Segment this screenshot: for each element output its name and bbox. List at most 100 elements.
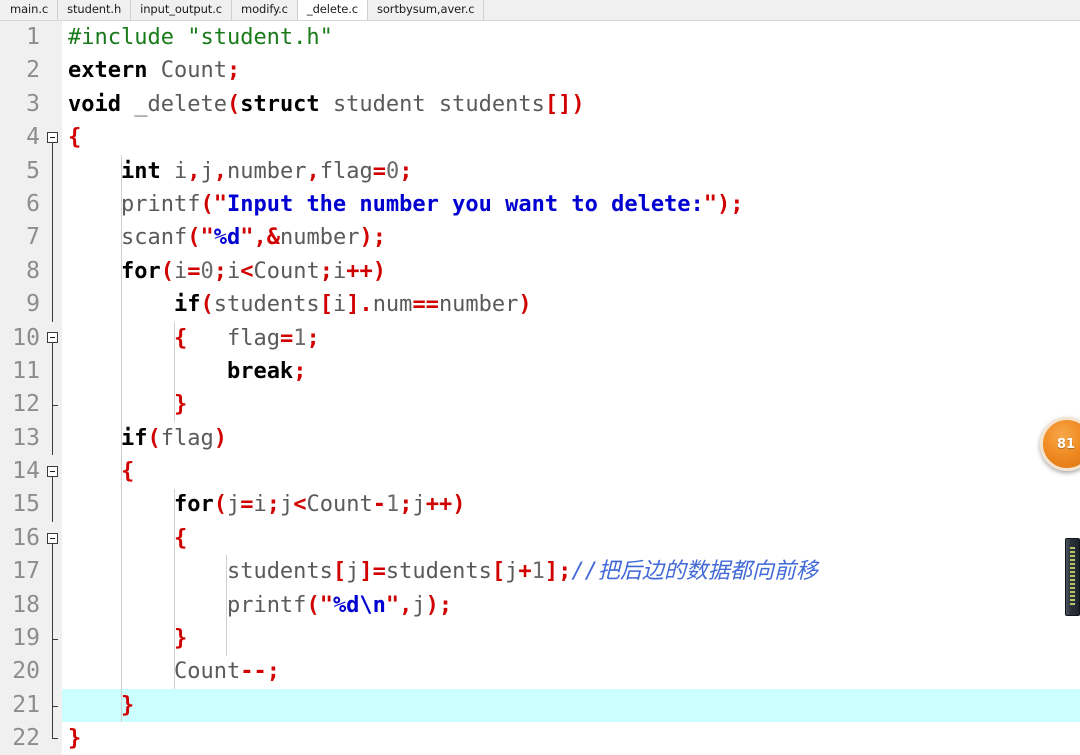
code-token: extern bbox=[68, 58, 148, 84]
fold-connector bbox=[52, 354, 53, 389]
tab-main-c[interactable]: main.c bbox=[1, 0, 59, 20]
code-line-row[interactable]: 16 { bbox=[0, 521, 1080, 556]
line-number: 10 bbox=[0, 321, 44, 355]
fold-margin[interactable] bbox=[44, 655, 62, 689]
code-line-text[interactable]: printf("Input the number you want to del… bbox=[62, 188, 1080, 221]
code-line-text[interactable]: { flag=1; bbox=[62, 322, 1080, 355]
code-line-text[interactable]: printf("%d\n",j); bbox=[62, 589, 1080, 622]
fold-margin[interactable] bbox=[44, 588, 62, 623]
fold-margin[interactable] bbox=[44, 288, 62, 322]
code-line-row[interactable]: 21 } bbox=[0, 688, 1080, 723]
code-line-text[interactable]: for(i=0;i<Count;i++) bbox=[62, 255, 1080, 288]
fold-collapse-icon[interactable] bbox=[47, 131, 58, 143]
code-token: number bbox=[226, 158, 307, 184]
code-token: 0 bbox=[200, 258, 214, 284]
fold-collapse-icon[interactable] bbox=[47, 532, 58, 544]
fold-margin[interactable] bbox=[44, 221, 62, 255]
code-line-row[interactable]: 11 break; bbox=[0, 354, 1080, 389]
code-token: students bbox=[385, 559, 492, 585]
fold-collapse-icon[interactable] bbox=[47, 332, 58, 344]
code-line-row[interactable]: 9 if(students[i].num==number) bbox=[0, 288, 1080, 322]
code-line-text[interactable]: if(students[i].num==number) bbox=[62, 288, 1080, 321]
fold-margin[interactable] bbox=[44, 388, 62, 422]
fold-connector bbox=[52, 421, 53, 456]
fold-margin[interactable] bbox=[44, 21, 62, 55]
code-line-row[interactable]: 19 } bbox=[0, 622, 1080, 656]
code-line-text[interactable]: { bbox=[62, 522, 1080, 555]
code-line-row[interactable]: 20 Count--; bbox=[0, 655, 1080, 689]
code-line-text[interactable]: scanf("%d",&number); bbox=[62, 221, 1080, 254]
code-line-text[interactable]: } bbox=[62, 722, 1080, 755]
code-line-text[interactable]: { bbox=[62, 455, 1080, 488]
code-line-row[interactable]: 4{ bbox=[0, 121, 1080, 155]
code-line-text[interactable]: void _delete(struct student students[]) bbox=[62, 88, 1080, 121]
fold-margin[interactable] bbox=[44, 722, 62, 755]
code-token: flag bbox=[226, 325, 280, 351]
code-line-row[interactable]: 1 #include "student.h" bbox=[0, 21, 1080, 55]
fold-margin[interactable] bbox=[44, 187, 62, 222]
code-line-text[interactable]: students[j]=students[j+1];//把后边的数据都向前移 bbox=[62, 555, 1080, 588]
code-token: == bbox=[412, 292, 439, 318]
fold-collapse-icon[interactable] bbox=[47, 465, 58, 477]
code-line-text[interactable]: if(flag) bbox=[62, 422, 1080, 455]
code-line-row[interactable]: 10 { flag=1; bbox=[0, 321, 1080, 355]
code-line-text[interactable]: for(j=i;j<Count-1;j++) bbox=[62, 488, 1080, 521]
code-line-text[interactable]: Count--; bbox=[62, 655, 1080, 688]
vertical-scrollbar[interactable] bbox=[1065, 538, 1080, 616]
fold-margin[interactable] bbox=[44, 421, 62, 456]
code-line-text[interactable]: break; bbox=[62, 355, 1080, 388]
code-line-row[interactable]: 5 int i,j,number,flag=0; bbox=[0, 154, 1080, 188]
fold-margin[interactable] bbox=[44, 87, 62, 122]
code-line-text[interactable]: #include "student.h" bbox=[62, 21, 1080, 54]
tab-sortbysum-aver-c[interactable]: sortbysum,aver.c bbox=[367, 0, 485, 20]
code-token: Count bbox=[306, 492, 373, 518]
fold-margin[interactable] bbox=[44, 54, 62, 88]
fold-margin[interactable] bbox=[44, 254, 62, 289]
code-line-text[interactable]: { bbox=[62, 121, 1080, 154]
code-line-text[interactable]: } bbox=[62, 622, 1080, 655]
code-line-row[interactable]: 12 } bbox=[0, 388, 1080, 422]
code-line-row[interactable]: 13 if(flag) bbox=[0, 421, 1080, 456]
code-line-text[interactable]: int i,j,number,flag=0; bbox=[62, 155, 1080, 188]
fold-margin[interactable] bbox=[44, 154, 62, 188]
code-token: ; bbox=[306, 325, 320, 351]
fold-margin[interactable] bbox=[44, 555, 62, 589]
fold-margin[interactable] bbox=[44, 321, 62, 355]
code-line-row[interactable]: 17 students[j]=students[j+1];//把后边的数据都向前… bbox=[0, 555, 1080, 589]
fold-margin[interactable] bbox=[44, 688, 62, 723]
code-token: ; bbox=[399, 158, 413, 184]
fold-margin[interactable] bbox=[44, 521, 62, 556]
code-line-text[interactable]: extern Count; bbox=[62, 54, 1080, 87]
tab--delete-c[interactable]: _delete.c bbox=[296, 0, 368, 20]
fold-margin[interactable] bbox=[44, 354, 62, 389]
fold-margin[interactable] bbox=[44, 488, 62, 522]
tab-input-output-c[interactable]: input_output.c bbox=[131, 0, 232, 20]
code-line-row[interactable]: 6 printf("Input the number you want to d… bbox=[0, 187, 1080, 222]
code-token: ( bbox=[213, 492, 227, 518]
code-token: - bbox=[372, 492, 386, 518]
scrollbar-grip[interactable] bbox=[1070, 547, 1075, 607]
code-line-row[interactable]: 2 extern Count; bbox=[0, 54, 1080, 88]
code-line-row[interactable]: 18 printf("%d\n",j); bbox=[0, 588, 1080, 623]
code-line-row[interactable]: 3 void _delete(struct student students[]) bbox=[0, 87, 1080, 122]
code-line-row[interactable]: 14 { bbox=[0, 455, 1080, 489]
code-token: Input the number you want to delete: bbox=[226, 191, 704, 217]
code-line-row[interactable]: 15 for(j=i;j<Count-1;j++) bbox=[0, 488, 1080, 522]
code-editor[interactable]: 1 #include "student.h" 2 extern Count; 3 void… bbox=[0, 21, 1080, 755]
fold-margin[interactable] bbox=[44, 121, 62, 155]
fold-margin[interactable] bbox=[44, 455, 62, 489]
code-scroll-area[interactable]: 1 #include "student.h" 2 extern Count; 3 void… bbox=[0, 21, 1080, 755]
code-token: , bbox=[306, 158, 320, 184]
code-line-row[interactable]: 22} bbox=[0, 722, 1080, 755]
code-line-text[interactable]: } bbox=[62, 388, 1080, 421]
code-line-text[interactable]: } bbox=[62, 688, 1080, 723]
code-line-row[interactable]: 8 for(i=0;i<Count;i++) bbox=[0, 254, 1080, 289]
line-number: 9 bbox=[0, 288, 44, 322]
line-number: 12 bbox=[0, 388, 44, 422]
code-line-row[interactable]: 7 scanf("%d",&number); bbox=[0, 221, 1080, 255]
tab-student-h[interactable]: student.h bbox=[58, 0, 132, 20]
fold-margin[interactable] bbox=[44, 622, 62, 656]
code-token: = bbox=[279, 325, 294, 351]
tab-modify-c[interactable]: modify.c bbox=[231, 0, 298, 20]
tab-label: main.c bbox=[10, 2, 49, 17]
